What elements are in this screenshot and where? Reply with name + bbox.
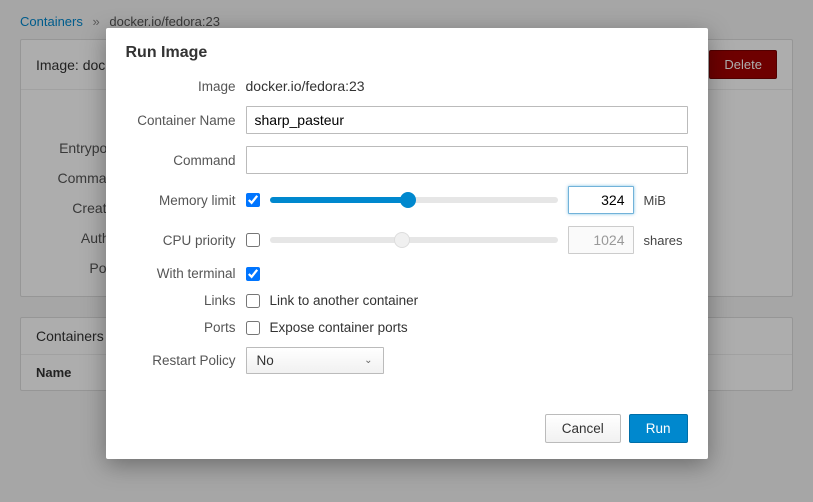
restart-policy-select[interactable]: No ⌄	[246, 347, 384, 374]
memory-limit-checkbox[interactable]	[246, 193, 260, 207]
cpu-slider-thumb[interactable]	[394, 232, 410, 248]
memory-unit: MiB	[644, 193, 688, 208]
memory-value-input[interactable]	[568, 186, 634, 214]
label-links: Links	[126, 293, 246, 308]
ports-checkbox[interactable]	[246, 321, 260, 335]
label-ports: Ports	[126, 320, 246, 335]
label-with-terminal: With terminal	[126, 266, 246, 281]
modal-title: Run Image	[106, 28, 708, 74]
links-text: Link to another container	[270, 293, 419, 308]
run-image-modal: Run Image Image docker.io/fedora:23 Cont…	[106, 28, 708, 459]
label-restart-policy: Restart Policy	[126, 353, 246, 368]
label-image: Image	[126, 79, 246, 94]
container-name-input[interactable]	[246, 106, 688, 134]
image-value: docker.io/fedora:23	[246, 78, 365, 94]
with-terminal-checkbox[interactable]	[246, 267, 260, 281]
cpu-slider[interactable]	[270, 230, 558, 250]
cpu-priority-checkbox[interactable]	[246, 233, 260, 247]
command-input[interactable]	[246, 146, 688, 174]
label-container-name: Container Name	[126, 113, 246, 128]
cpu-value-input	[568, 226, 634, 254]
cancel-button[interactable]: Cancel	[545, 414, 621, 443]
memory-slider-thumb[interactable]	[400, 192, 416, 208]
run-button[interactable]: Run	[629, 414, 688, 443]
restart-policy-value: No	[257, 353, 274, 368]
ports-text: Expose container ports	[270, 320, 408, 335]
label-command: Command	[126, 153, 246, 168]
label-memory-limit: Memory limit	[126, 193, 246, 208]
chevron-down-icon: ⌄	[364, 355, 372, 366]
memory-slider[interactable]	[270, 190, 558, 210]
cpu-unit: shares	[644, 233, 688, 248]
label-cpu-priority: CPU priority	[126, 233, 246, 248]
links-checkbox[interactable]	[246, 294, 260, 308]
